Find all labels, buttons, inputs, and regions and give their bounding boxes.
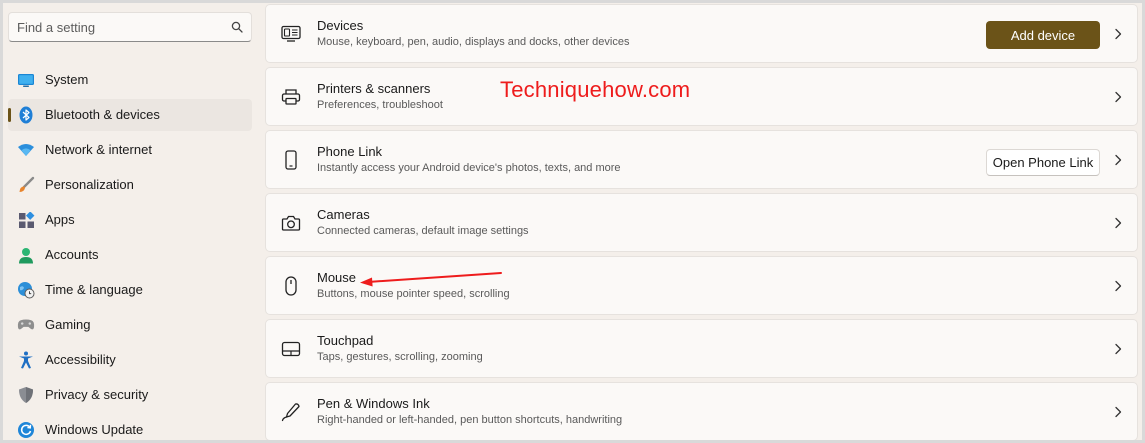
main-content: Devices Mouse, keyboard, pen, audio, dis… [265,3,1142,440]
add-device-button[interactable]: Add device [986,21,1100,49]
open-phone-link-button[interactable]: Open Phone Link [986,149,1100,176]
sidebar-item-bluetooth-devices[interactable]: Bluetooth & devices [8,99,252,131]
card-title: Devices [317,18,364,33]
sidebar-item-label: Accessibility [45,352,116,367]
brush-icon [17,176,35,194]
card-touchpad[interactable]: Touchpad Taps, gestures, scrolling, zoom… [265,319,1138,378]
sidebar-item-network-internet[interactable]: Network & internet [8,134,252,166]
pen-icon [280,401,302,423]
chevron-right-icon [1115,91,1122,103]
sidebar-item-accounts[interactable]: Accounts [8,239,252,271]
card-subtitle: Taps, gestures, scrolling, zooming [317,351,483,363]
sidebar-item-label: Windows Update [45,422,144,437]
monitor-icon [17,71,35,89]
sidebar-item-label: Personalization [45,177,134,192]
search-box[interactable] [8,12,252,42]
globe-clock-icon [17,281,35,299]
devices-icon [280,23,302,45]
card-subtitle: Mouse, keyboard, pen, audio, displays an… [317,36,630,48]
chevron-right-icon [1115,343,1122,355]
sidebar-item-privacy-security[interactable]: Privacy & security [8,379,252,411]
person-icon [17,246,35,264]
search-input[interactable] [17,18,217,36]
sidebar-item-windows-update[interactable]: Windows Update [8,414,252,440]
sidebar: System Bluetooth & devices Network & int… [3,3,261,440]
card-devices[interactable]: Devices Mouse, keyboard, pen, audio, dis… [265,4,1138,63]
red-arrow-annotation [360,272,502,287]
shield-icon [17,386,35,404]
card-phone-link[interactable]: Phone Link Instantly access your Android… [265,130,1138,189]
camera-icon [280,212,302,234]
chevron-right-icon [1115,280,1122,292]
card-subtitle: Instantly access your Android device's p… [317,162,621,174]
card-title: Mouse [317,270,357,285]
sidebar-item-label: System [45,72,89,87]
accessibility-icon [17,351,35,369]
phone-icon [280,149,302,171]
sidebar-item-label: Network & internet [45,142,152,157]
card-title: Cameras [317,207,370,222]
sidebar-item-gaming[interactable]: Gaming [8,309,252,341]
touchpad-icon [280,338,302,360]
update-icon [17,421,35,439]
sidebar-item-label: Time & language [45,282,143,297]
chevron-right-icon [1115,154,1122,166]
card-cameras[interactable]: Cameras Connected cameras, default image… [265,193,1138,252]
mouse-icon [280,275,302,297]
chevron-right-icon [1115,28,1122,40]
card-subtitle: Right-handed or left-handed, pen button … [317,414,623,426]
card-subtitle: Connected cameras, default image setting… [317,225,529,237]
sidebar-item-label: Privacy & security [45,387,149,402]
sidebar-item-apps[interactable]: Apps [8,204,252,236]
card-title: Printers & scanners [317,81,431,96]
settings-window: System Bluetooth & devices Network & int… [3,3,1142,440]
sidebar-item-label: Bluetooth & devices [45,107,160,122]
printer-icon [280,86,302,108]
sidebar-item-personalization[interactable]: Personalization [8,169,252,201]
sidebar-item-label: Gaming [45,317,91,332]
bluetooth-icon [17,106,35,124]
card-printers-scanners[interactable]: Printers & scanners Preferences, trouble… [265,67,1138,126]
card-title: Phone Link [317,144,383,159]
search-icon[interactable] [231,21,243,33]
chevron-right-icon [1115,217,1122,229]
sidebar-item-time-language[interactable]: Time & language [8,274,252,306]
card-title: Touchpad [317,333,374,348]
apps-icon [17,211,35,229]
card-title: Pen & Windows Ink [317,396,430,411]
sidebar-item-accessibility[interactable]: Accessibility [8,344,252,376]
card-subtitle: Preferences, troubleshoot [317,99,443,111]
selection-indicator [8,108,11,122]
gamepad-icon [17,316,35,334]
card-pen-windows-ink[interactable]: Pen & Windows Ink Right-handed or left-h… [265,382,1138,440]
sidebar-item-system[interactable]: System [8,64,252,96]
sidebar-item-label: Accounts [45,247,99,262]
sidebar-item-label: Apps [45,212,75,227]
wifi-icon [17,141,35,159]
watermark-text: Techniquehow.com [500,77,691,102]
chevron-right-icon [1115,406,1122,418]
